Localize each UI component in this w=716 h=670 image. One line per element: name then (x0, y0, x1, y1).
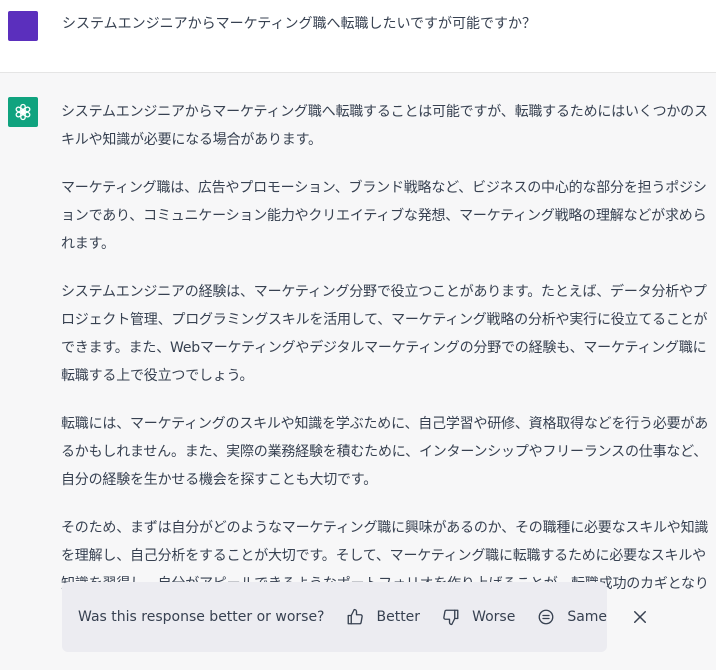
thumbs-down-icon (443, 609, 459, 626)
answer-paragraph: システムエンジニアからマーケティング職へ転職することは可能ですが、転職するために… (61, 104, 708, 148)
feedback-bar: Was this response better or worse? Bette… (62, 582, 647, 652)
thumbs-up-icon (348, 608, 364, 625)
same-button[interactable]: Same (537, 608, 607, 626)
answer-paragraph: マーケティング職は、広告やプロモーション、ブランド戦略など、ビジネスの中心的な部… (61, 180, 707, 252)
user-message-text: システムエンジニアからマーケティング職へ転職したいですが可能ですか？ (62, 16, 537, 32)
equals-circle-icon (538, 609, 554, 625)
openai-logo-icon (8, 97, 38, 127)
close-feedback-button[interactable] (631, 608, 649, 626)
assistant-message-row: システムエンジニアからマーケティング職へ転職することは可能ですが、転職するために… (0, 73, 716, 670)
close-icon (634, 611, 647, 623)
user-message-row: システムエンジニアからマーケティング職へ転職したいですが可能ですか？ (0, 0, 716, 73)
better-button[interactable]: Better (346, 608, 420, 626)
answer-paragraph: 転職には、マーケティングのスキルや知識を学ぶために、自己学習や研修、資格取得など… (61, 416, 709, 488)
worse-label: Worse (472, 609, 516, 625)
worse-button[interactable]: Worse (442, 608, 515, 626)
better-label: Better (376, 609, 421, 625)
answer-paragraph: システムエンジニアの経験は、マーケティング分野で役立つことがあります。たとえば、… (61, 284, 708, 384)
user-avatar (8, 11, 38, 41)
same-label: Same (567, 609, 608, 625)
feedback-question: Was this response better or worse? (78, 609, 325, 625)
assistant-answer: システムエンジニアからマーケティング職へ転職することは可能ですが、転職するために… (61, 98, 713, 646)
